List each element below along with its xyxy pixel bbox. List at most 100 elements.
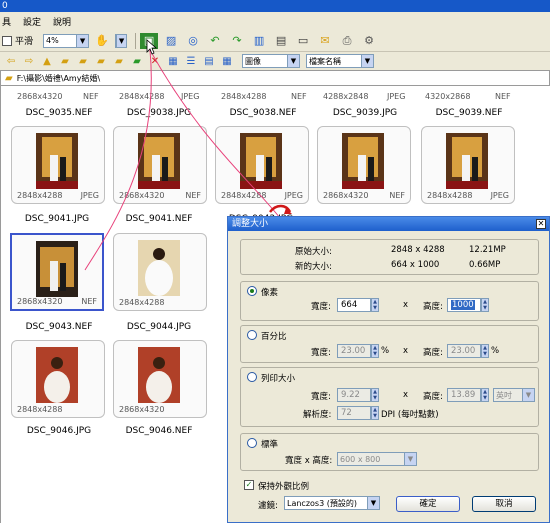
thumb-res: 2868x4320 [119, 405, 165, 414]
percent-width-spinner[interactable]: ▲ ▼ [371, 344, 379, 358]
menu-tools[interactable]: 具 [2, 15, 11, 28]
thumb-format: NEF [185, 191, 201, 200]
thumbnail-card-selected[interactable]: 2868x4320 NEF [10, 233, 104, 311]
ok-button[interactable]: 確定 [396, 496, 460, 512]
copy-icon[interactable]: ▰ [130, 54, 144, 68]
thumb-format: NEF [291, 92, 307, 101]
view-select[interactable]: 圖像 ▼ [242, 54, 300, 68]
percent-height-spinner[interactable]: ▲ ▼ [481, 344, 489, 358]
zoom-select[interactable]: 4% ▼ [43, 33, 90, 48]
dialog-title-bar: 調整大小 ✕ [228, 217, 549, 231]
close-button[interactable]: ✕ [536, 219, 546, 229]
histogram-icon[interactable]: ▥ [250, 33, 268, 49]
file-name[interactable]: DSC_9041.NEF [109, 214, 209, 224]
pixel-height-input[interactable]: 1000 [447, 298, 481, 312]
move-icon[interactable]: ▰ [112, 54, 126, 68]
thumbnail-card[interactable]: 2868x4320 NEF [317, 126, 411, 204]
pixel-width-input[interactable]: 664 [337, 298, 371, 312]
thumbnail-card[interactable]: 2848x4288 [113, 233, 207, 311]
print-height-spinner[interactable]: ▲ ▼ [481, 388, 489, 402]
file-name[interactable]: DSC_9043.NEF [9, 322, 109, 332]
file-name[interactable]: DSC_9035.NEF [9, 108, 109, 118]
pixel-radio[interactable] [247, 286, 257, 296]
thumbnail-card[interactable]: 2848x4288 [11, 340, 105, 418]
print-icon[interactable]: ⎙ [338, 33, 356, 49]
slideshow-icon[interactable]: ▤ [272, 33, 290, 49]
file-name[interactable]: DSC_9038.JPG [109, 108, 209, 118]
width-spinner[interactable]: ▲ ▼ [371, 298, 379, 312]
new-size-label: 新的大小: [295, 262, 332, 272]
thumbnail-card[interactable]: 2848x4288 JPEG [421, 126, 515, 204]
settings-icon[interactable]: ⚙ [360, 33, 378, 49]
cancel-button[interactable]: 取消 [472, 496, 536, 512]
file-name[interactable]: DSC_9039.NEF [419, 108, 519, 118]
unit-select[interactable]: 英吋 ▼ [493, 388, 535, 402]
percent-height-input[interactable]: 23.00 [447, 344, 481, 358]
print-width-input[interactable]: 9.22 [337, 388, 371, 402]
list-view-icon[interactable]: ☰ [184, 54, 198, 68]
thumbnail-card[interactable]: 2848x4288 JPEG [11, 126, 105, 204]
original-mp-value: 12.21MP [469, 245, 506, 255]
screen-icon[interactable]: ▭ [294, 33, 312, 49]
tiles-view-icon[interactable]: ▦ [220, 54, 234, 68]
file-name[interactable]: DSC_9039.JPG [315, 108, 415, 118]
thumb-format: NEF [495, 92, 511, 101]
original-size-label: 原始大小: [295, 247, 332, 257]
file-name[interactable]: DSC_9046.JPG [9, 426, 109, 436]
sort-select[interactable]: 檔案名稱 ▼ [306, 54, 374, 68]
thumb-res: 2868x4320 [17, 92, 63, 101]
menu-help[interactable]: 說明 [53, 15, 71, 28]
file-name[interactable]: DSC_9041.JPG [7, 214, 107, 224]
folder-new-icon[interactable]: ▰ [76, 54, 90, 68]
file-name[interactable]: DSC_9044.JPG [109, 322, 209, 332]
photo-thumbnail [342, 133, 384, 189]
hand-tool-dropdown[interactable]: ▼ [115, 33, 128, 48]
print-size-radio[interactable] [247, 372, 257, 382]
image-edit-icon[interactable]: ▨ [162, 33, 180, 49]
thumb-res: 2868x4320 [119, 191, 165, 200]
thumbnail-view-icon[interactable]: ▦ [166, 54, 180, 68]
delete-icon[interactable]: ✕ [148, 54, 162, 68]
resolution-input[interactable]: 72 [337, 406, 371, 420]
photo-thumbnail [138, 240, 180, 296]
details-view-icon[interactable]: ▤ [202, 54, 216, 68]
chevron-down-icon: ▼ [287, 55, 299, 67]
thumbnail-card[interactable]: 2848x4288 JPEG [215, 126, 309, 204]
print-width-spinner[interactable]: ▲ ▼ [371, 388, 379, 402]
resolution-spinner[interactable]: ▲ ▼ [371, 406, 379, 420]
keep-ratio-checkbox[interactable]: ✓ [244, 480, 254, 490]
folder-up-icon[interactable]: ▲ [40, 54, 54, 68]
percent-unit: % [381, 346, 390, 356]
smooth-checkbox[interactable] [2, 35, 12, 46]
standard-radio[interactable] [247, 438, 257, 448]
chevron-down-icon: ▼ [522, 389, 534, 401]
folder-open-icon[interactable]: ▰ [94, 54, 108, 68]
filter-select[interactable]: Lanczos3 (預設的) ▼ [284, 496, 380, 510]
standard-size-select[interactable]: 600 x 800 ▼ [337, 452, 417, 466]
print-height-input[interactable]: 13.89 [447, 388, 481, 402]
file-name[interactable]: DSC_9046.NEF [109, 426, 209, 436]
mail-icon[interactable]: ✉ [316, 33, 334, 49]
hand-tool-icon[interactable]: ✋ [93, 33, 111, 49]
rotate-left-icon[interactable]: ↶ [206, 33, 224, 49]
forward-arrow-icon[interactable]: ⇨ [22, 54, 36, 68]
file-name[interactable]: DSC_9038.NEF [213, 108, 313, 118]
window-title-bar: 0 [0, 0, 550, 12]
menu-settings[interactable]: 設定 [23, 15, 41, 28]
window-title: 0 [2, 1, 8, 11]
thumb-format: NEF [81, 297, 97, 306]
thumbnail-card[interactable]: 2868x4320 [113, 340, 207, 418]
browse-toolbar: ⇦ ⇨ ▲ ▰ ▰ ▰ ▰ ▰ ✕ ▦ ☰ ▤ ▦ 圖像 ▼ 檔案名稱 ▼ [0, 52, 550, 70]
back-arrow-icon[interactable]: ⇦ [4, 54, 18, 68]
thumbnail-card[interactable]: 2868x4320 NEF [113, 126, 207, 204]
address-bar[interactable]: ▰ F:\攝影\婚禮\Amy結婚\ [0, 70, 550, 86]
folder-icon[interactable]: ▰ [58, 54, 72, 68]
resize-icon[interactable]: ▣ [140, 32, 159, 49]
rotate-right-icon[interactable]: ↷ [228, 33, 246, 49]
percent-width-input[interactable]: 23.00 [337, 344, 371, 358]
times-sign: x [403, 300, 409, 310]
chevron-down-icon: ▼ [367, 497, 379, 509]
color-adjust-icon[interactable]: ◎ [184, 33, 202, 49]
percent-radio[interactable] [247, 330, 257, 340]
height-spinner[interactable]: ▲ ▼ [481, 298, 489, 312]
